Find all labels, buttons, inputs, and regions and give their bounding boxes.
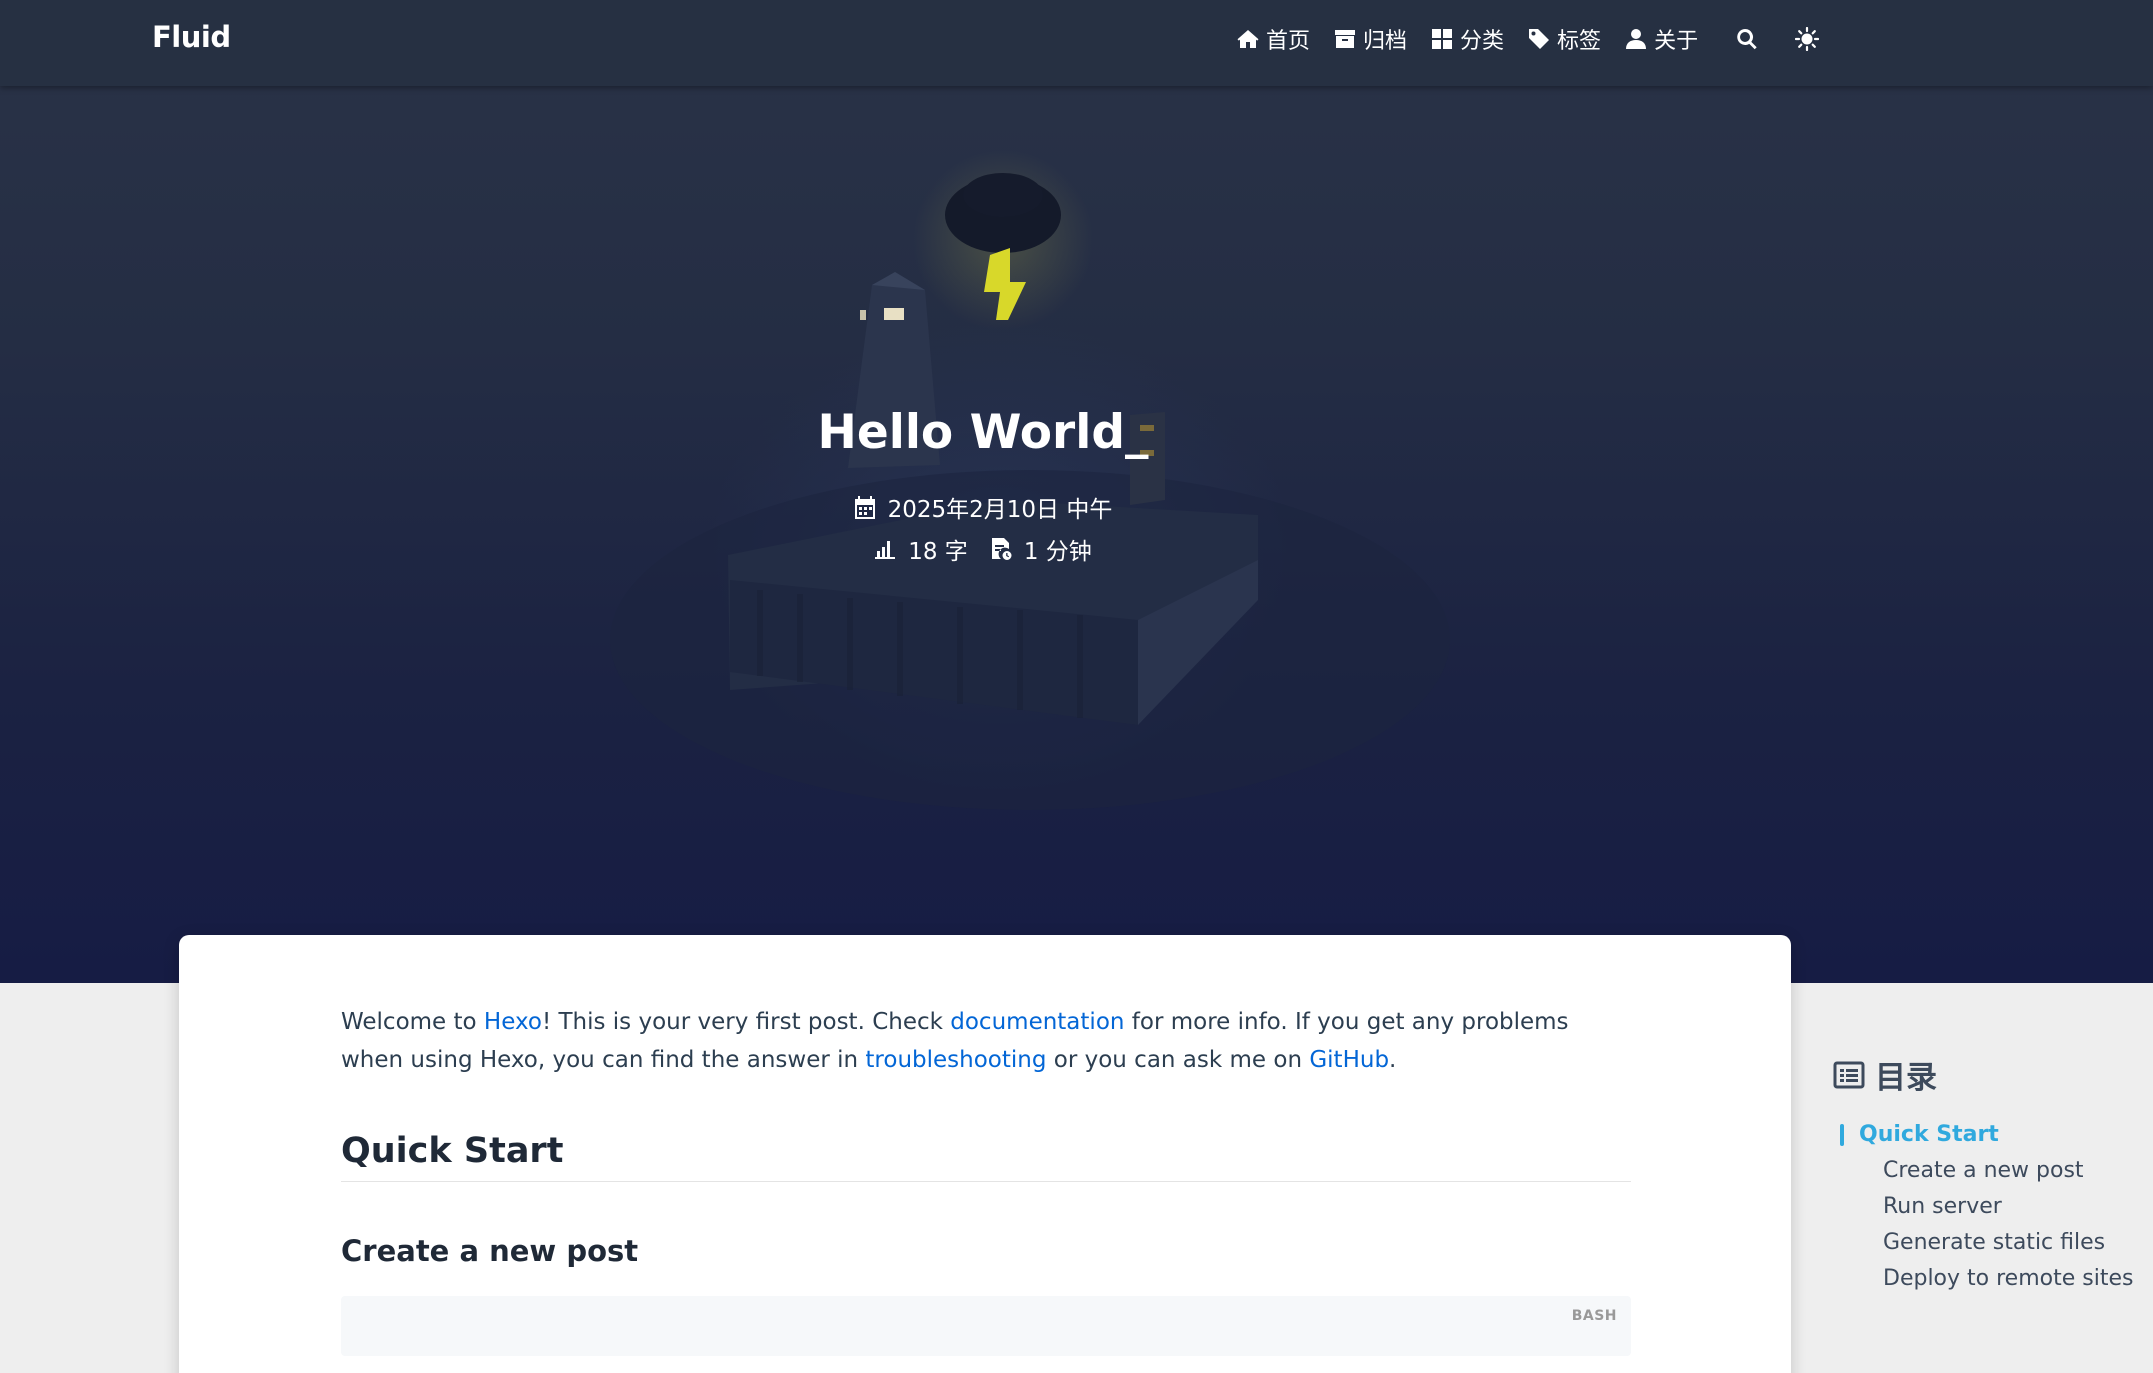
chart-icon (875, 541, 896, 559)
troubleshooting-link[interactable]: troubleshooting (865, 1047, 1046, 1073)
nav-label: 分类 (1460, 29, 1505, 54)
intro-paragraph: Welcome to Hexo! This is your very first… (341, 1003, 1631, 1079)
post-card: Welcome to Hexo! This is your very first… (179, 935, 1791, 1373)
nav-item-home[interactable]: 首页 (1236, 22, 1310, 56)
code-language-label: BASH (1571, 1308, 1617, 1324)
calendar-icon (854, 496, 875, 519)
documentation-link[interactable]: documentation (950, 1009, 1124, 1035)
post-date: 2025年2月10日 中午 (887, 497, 1113, 523)
nav-menu: 首页 归档 分类 标签 关于 (1236, 22, 1855, 56)
theme-toggle-button[interactable] (1795, 22, 1820, 56)
intro-text: Welcome to (341, 1009, 484, 1035)
post-content: Welcome to Hexo! This is your very first… (341, 1003, 1631, 1356)
word-count: 18 字 (908, 539, 968, 565)
intro-text: ! This is your very first post. Check (541, 1009, 951, 1035)
heading-create-new-post: Create a new post (341, 1234, 639, 1268)
reading-time-icon (991, 538, 1012, 560)
toc-title: 目录 (1875, 1060, 1937, 1096)
search-button[interactable] (1735, 22, 1759, 56)
toc-item-quick-start[interactable]: Quick Start (1833, 1117, 2153, 1153)
toc-item-deploy[interactable]: Deploy to remote sites (1833, 1261, 2153, 1297)
nav-label: 首页 (1266, 29, 1311, 54)
nav-label: 关于 (1654, 29, 1699, 54)
nav-label: 归档 (1363, 29, 1408, 54)
nav-item-archive[interactable]: 归档 (1333, 22, 1407, 56)
top-navbar: Fluid 首页 归档 分类 标签 关于 (0, 0, 2153, 86)
github-link[interactable]: GitHub (1309, 1047, 1389, 1073)
intro-text: . (1389, 1047, 1397, 1073)
tags-icon (1529, 29, 1550, 49)
post-stats-row: 18 字 1 分钟 (0, 532, 1966, 566)
hexo-link[interactable]: Hexo (484, 1009, 542, 1035)
home-icon (1237, 30, 1259, 48)
list-icon (1833, 1061, 1865, 1088)
nav-item-categories[interactable]: 分类 (1430, 22, 1504, 56)
nav-item-about[interactable]: 关于 (1624, 22, 1698, 56)
archive-icon (1335, 30, 1356, 48)
post-date-row: 2025年2月10日 中午 (0, 490, 1966, 524)
read-time: 1 分钟 (1023, 539, 1092, 565)
sun-icon (1795, 27, 1820, 51)
post-title: Hello World_ (817, 405, 1149, 460)
toc-item-generate-static-files[interactable]: Generate static files (1833, 1225, 2153, 1261)
toc-item-create-new-post[interactable]: Create a new post (1833, 1153, 2153, 1189)
brand-logo[interactable]: Fluid (152, 20, 231, 54)
nav-label: 标签 (1557, 29, 1602, 54)
toc-list: Quick Start Create a new post Run server… (1833, 1117, 2153, 1297)
nav-item-tags[interactable]: 标签 (1527, 22, 1601, 56)
search-icon (1737, 29, 1757, 50)
table-of-contents: 目录 Quick Start Create a new post Run ser… (1833, 1052, 2153, 1297)
category-icon (1432, 29, 1453, 49)
intro-text: or you can ask me on (1046, 1047, 1310, 1073)
heading-quick-start: Quick Start (341, 1131, 1631, 1182)
code-block[interactable]: BASH (341, 1296, 1631, 1356)
toc-item-run-server[interactable]: Run server (1833, 1189, 2153, 1225)
user-icon (1626, 29, 1647, 49)
toc-header: 目录 (1833, 1052, 2153, 1097)
